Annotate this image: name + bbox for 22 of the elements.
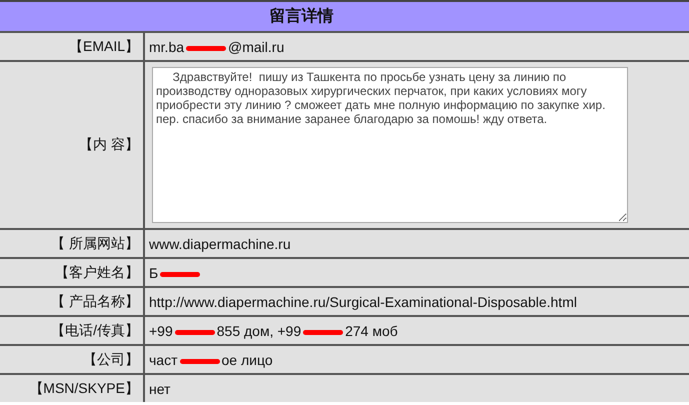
field-value: нет bbox=[145, 375, 689, 402]
redaction-mark bbox=[174, 330, 215, 335]
field-label: 【内 容】 bbox=[0, 62, 143, 228]
field-value: Б bbox=[145, 259, 689, 286]
redaction-mark bbox=[160, 272, 200, 277]
field-label: 【 所属网站】 bbox=[0, 230, 143, 257]
field-label: 【EMAIL】 bbox=[0, 33, 143, 60]
field-value: http://www.diapermachine.ru/Surgical-Examinational-Disposable.html bbox=[145, 288, 689, 315]
field-value: +99 855 дом, +99 274 моб bbox=[145, 317, 689, 344]
field-label: 【客户姓名】 bbox=[0, 259, 143, 286]
redaction-mark bbox=[180, 359, 220, 364]
field-value: mr.ba @mail.ru bbox=[145, 33, 689, 60]
redaction-mark bbox=[303, 330, 344, 335]
field-label: 【 产品名称】 bbox=[0, 288, 143, 315]
field-value: част ое лицо bbox=[145, 346, 689, 373]
message-textarea[interactable]: Здравствуйте! пишу из Ташкента по просьбе узнать цену за линию по производству одноразовых хирургических перчаток, при каких условиях могу приобрести эту линию ? сможеет дать мне полную информацию по закупке хир. пер. спасибо за внимание заранее благодарю за помошь! жду ответа. bbox=[152, 67, 628, 223]
page-title: 留言详情 bbox=[270, 6, 334, 27]
field-label: 【电话/传真】 bbox=[0, 317, 143, 344]
redaction-mark bbox=[186, 46, 226, 51]
field-label: 【MSN/SKYPE】 bbox=[0, 375, 143, 402]
field-label: 【公司】 bbox=[0, 346, 143, 373]
field-value: www.diapermachine.ru bbox=[145, 230, 689, 257]
